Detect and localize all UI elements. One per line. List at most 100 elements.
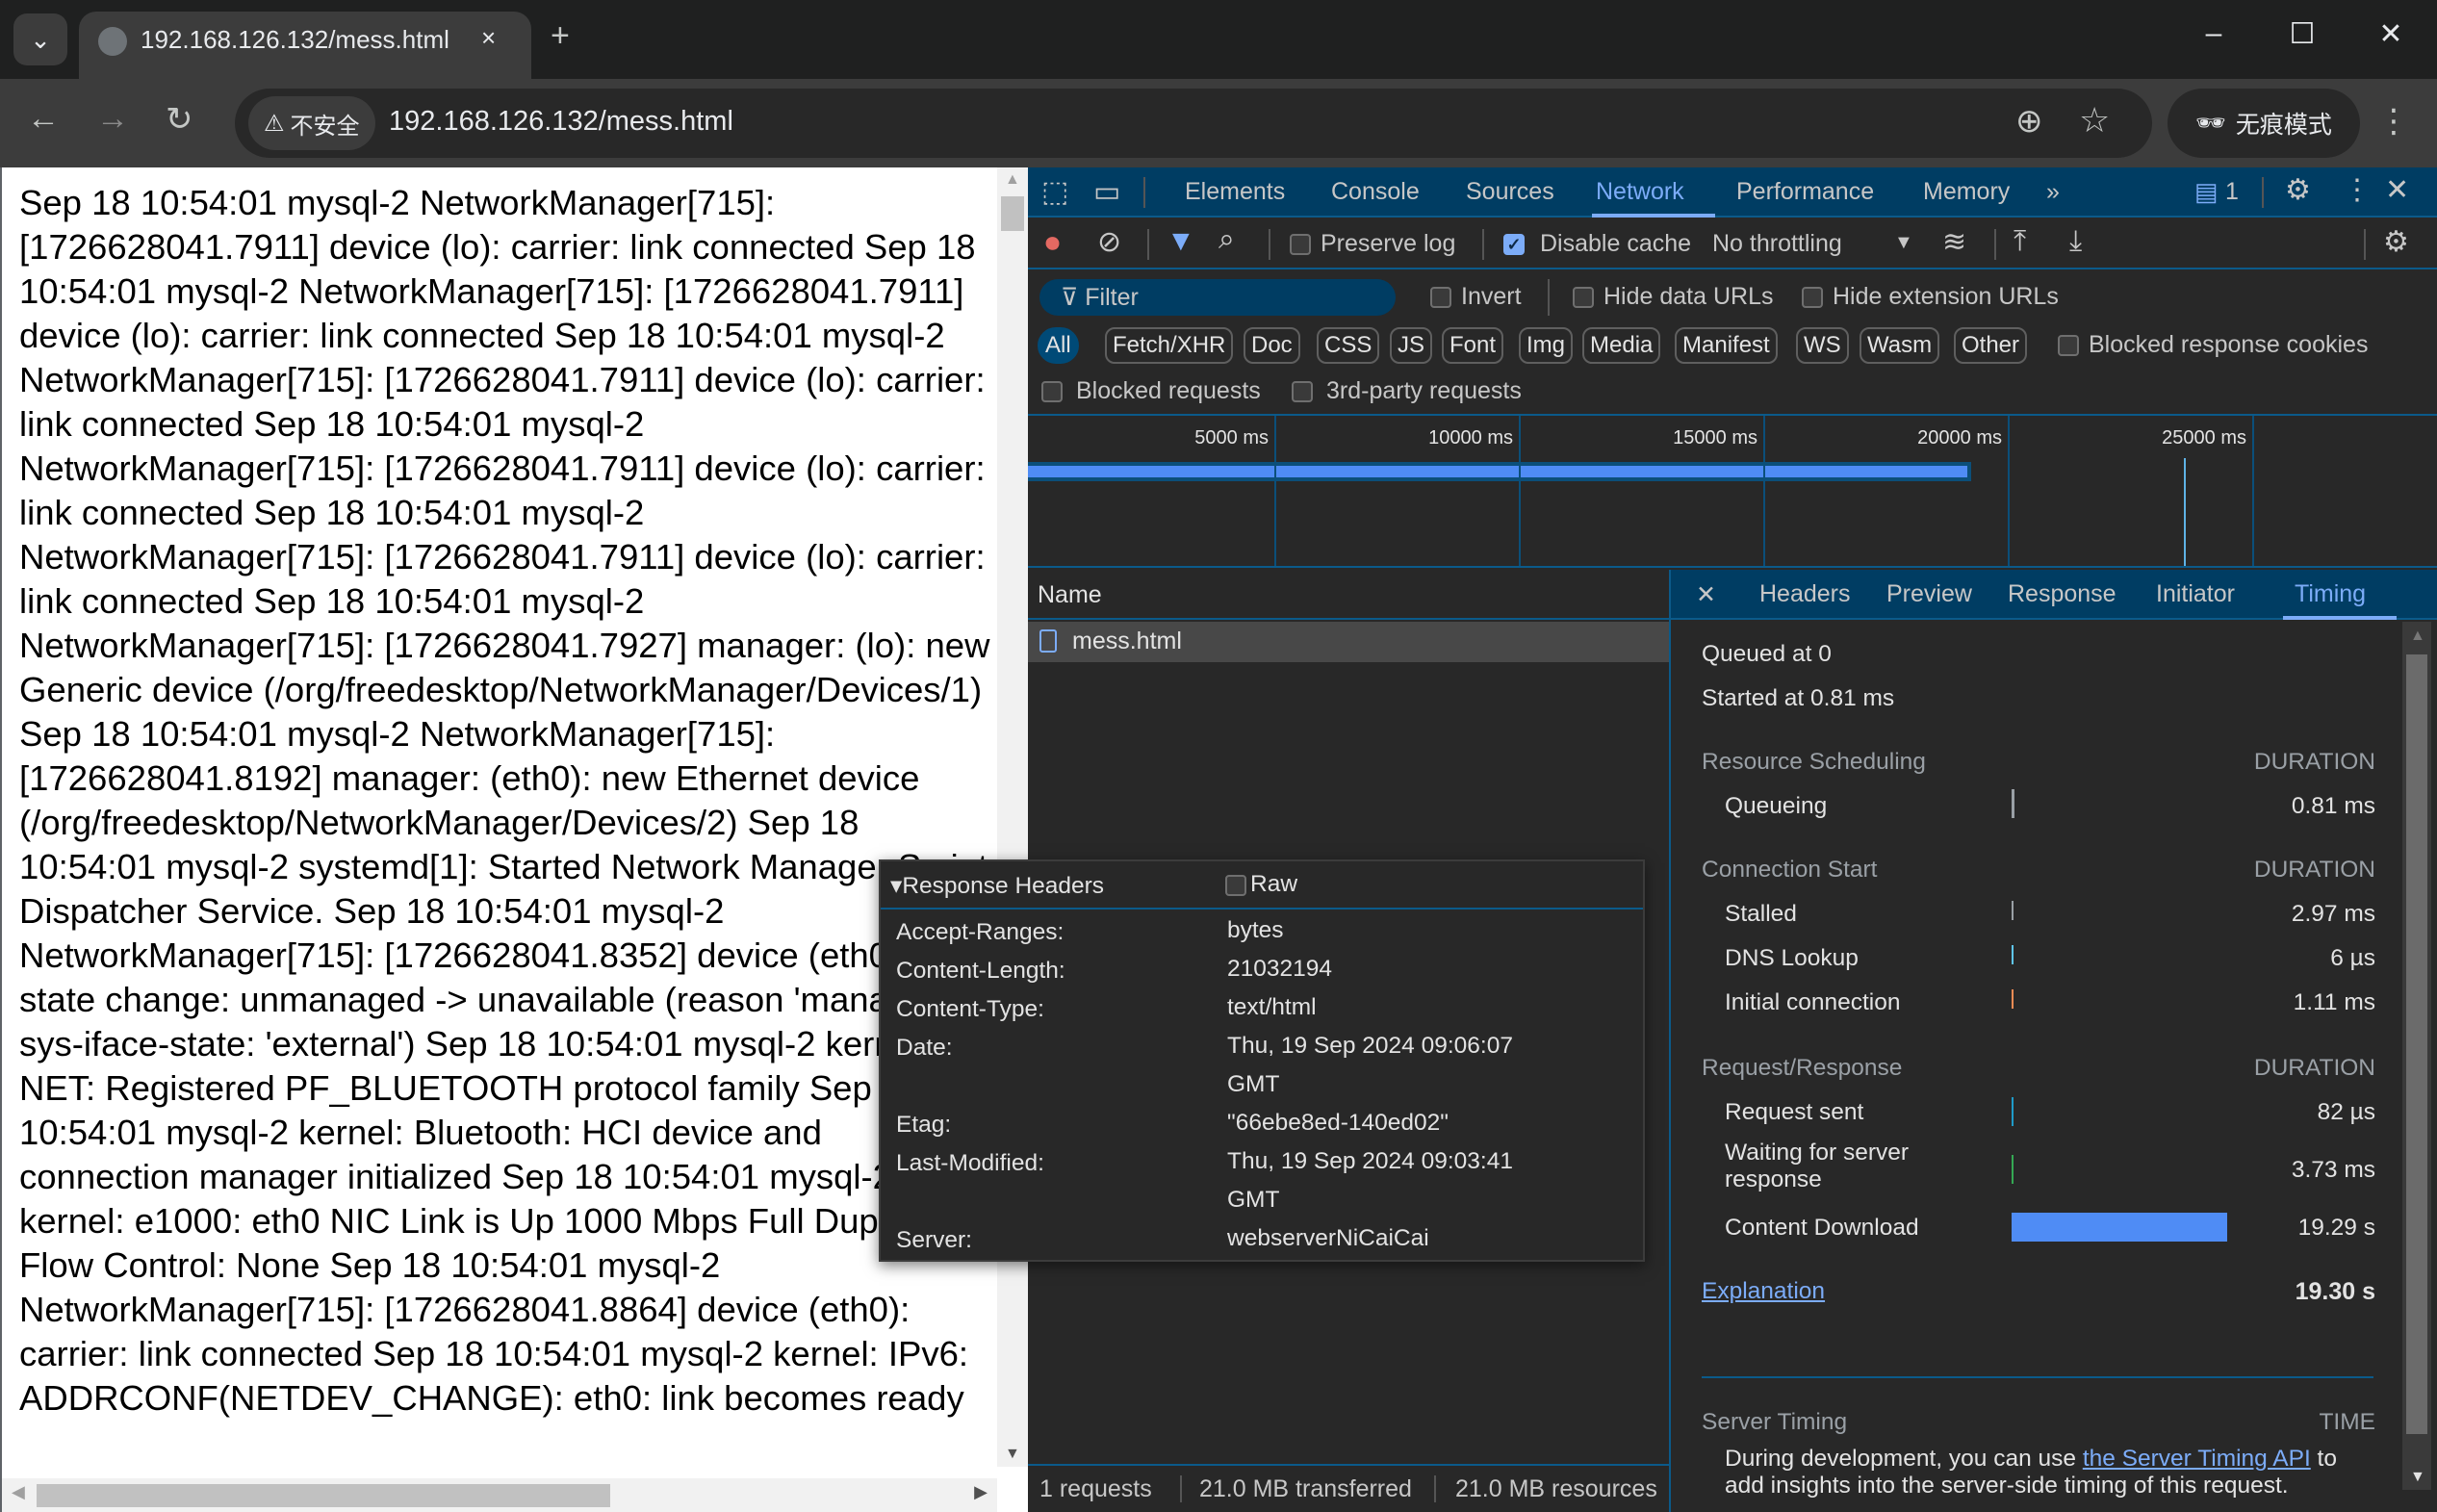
type-filter-ws[interactable]: WS bbox=[1796, 327, 1849, 364]
clear-icon[interactable]: ⊘ bbox=[1097, 225, 1121, 259]
forward-button[interactable]: → bbox=[96, 100, 129, 138]
detail-tab-initiator[interactable]: Initiator bbox=[2156, 580, 2235, 608]
response-headers-title[interactable]: ▾Response Headers bbox=[890, 871, 1104, 900]
invert-checkbox[interactable] bbox=[1430, 287, 1451, 308]
tab-search-button[interactable]: ⌄ bbox=[13, 13, 67, 65]
close-devtools-icon[interactable]: ✕ bbox=[2385, 173, 2409, 207]
export-har-icon[interactable]: ⤓ bbox=[2069, 225, 2082, 258]
search-icon[interactable]: ⌕ bbox=[1218, 223, 1235, 256]
close-detail-icon[interactable]: ✕ bbox=[1696, 580, 1716, 609]
network-settings-gear-icon[interactable]: ⚙ bbox=[2383, 225, 2409, 259]
scroll-left-icon[interactable]: ◀ bbox=[12, 1482, 25, 1502]
third-party-requests-checkbox[interactable] bbox=[1292, 381, 1313, 402]
settings-gear-icon[interactable]: ⚙ bbox=[2285, 173, 2311, 207]
page-vertical-scrollbar[interactable]: ▲ ▼ bbox=[997, 167, 1028, 1467]
timing-value-stalled: 2.97 ms bbox=[2291, 901, 2375, 927]
zoom-icon[interactable]: ⊕ bbox=[2015, 102, 2043, 141]
tab-performance[interactable]: Performance bbox=[1736, 178, 1874, 206]
detail-tab-preview[interactable]: Preview bbox=[1886, 580, 1972, 608]
reload-button[interactable]: ↻ bbox=[166, 100, 193, 139]
address-bar[interactable]: ⚠ 不安全 192.168.126.132/mess.html ⊕ ☆ bbox=[235, 89, 2152, 158]
timing-panel: Queued at 0 Started at 0.81 ms Resource … bbox=[1671, 622, 2402, 1512]
tab-close-icon[interactable]: × bbox=[481, 23, 496, 53]
throttling-select[interactable]: No throttling bbox=[1712, 230, 1842, 258]
scroll-thumb[interactable] bbox=[1001, 196, 1024, 231]
filter-icon[interactable]: ▼ bbox=[1167, 225, 1195, 258]
raw-checkbox[interactable] bbox=[1225, 875, 1246, 896]
tab-network[interactable]: Network bbox=[1596, 178, 1684, 206]
blocked-requests-checkbox[interactable] bbox=[1041, 381, 1063, 402]
tab-sources[interactable]: Sources bbox=[1466, 178, 1554, 206]
more-tabs-icon[interactable]: » bbox=[2046, 178, 2060, 206]
detail-tab-timing[interactable]: Timing bbox=[2295, 580, 2366, 608]
scroll-up-icon[interactable]: ▲ bbox=[2410, 628, 2425, 645]
section-resource-scheduling: Resource Scheduling bbox=[1702, 749, 1926, 775]
server-timing-api-link[interactable]: the Server Timing API bbox=[2083, 1446, 2311, 1472]
network-overview-timeline[interactable]: 5000 ms10000 ms15000 ms20000 ms25000 ms3… bbox=[1028, 414, 2437, 568]
header-name: Etag: bbox=[896, 1112, 952, 1138]
issues-icon[interactable]: ▤ bbox=[2194, 177, 2219, 207]
tab-console[interactable]: Console bbox=[1331, 178, 1420, 206]
minimize-button[interactable]: – bbox=[2185, 17, 2243, 50]
type-filter-media[interactable]: Media bbox=[1582, 327, 1661, 364]
type-filter-all[interactable]: All bbox=[1038, 327, 1079, 364]
hide-data-urls-checkbox[interactable] bbox=[1573, 287, 1594, 308]
disable-cache-checkbox[interactable]: ✓ bbox=[1503, 234, 1525, 255]
import-har-icon[interactable]: ⤒ bbox=[2014, 225, 2026, 258]
type-filter-wasm[interactable]: Wasm bbox=[1860, 327, 1940, 364]
browser-menu-icon[interactable]: ⋮ bbox=[2377, 102, 2410, 141]
tab-elements[interactable]: Elements bbox=[1185, 178, 1285, 206]
incognito-button[interactable]: 🕶 无痕模式 bbox=[2168, 89, 2360, 158]
type-filter-js[interactable]: JS bbox=[1390, 327, 1433, 364]
url-text[interactable]: 192.168.126.132/mess.html bbox=[389, 106, 733, 138]
preserve-log-checkbox[interactable] bbox=[1290, 234, 1311, 255]
detail-tab-headers[interactable]: Headers bbox=[1759, 580, 1851, 608]
hide-extension-urls-label: Hide extension URLs bbox=[1833, 283, 2059, 310]
device-toolbar-icon[interactable]: ▭ bbox=[1093, 175, 1120, 209]
network-conditions-icon[interactable]: ≋ bbox=[1942, 225, 1966, 259]
issues-count[interactable]: 1 bbox=[2225, 178, 2239, 206]
tab-memory[interactable]: Memory bbox=[1923, 178, 2010, 206]
type-filter-other[interactable]: Other bbox=[1954, 327, 2028, 364]
header-value: webserverNiCaiCai bbox=[1227, 1225, 1429, 1251]
page-horizontal-scrollbar[interactable]: ◀ ▶ bbox=[2, 1478, 997, 1512]
response-headers-header[interactable]: ▾Response Headers Raw bbox=[881, 861, 1643, 910]
hide-extension-urls-checkbox[interactable] bbox=[1802, 287, 1823, 308]
header-name: Accept-Ranges: bbox=[896, 919, 1065, 945]
filter-input[interactable]: ⊽ Filter bbox=[1039, 279, 1396, 316]
overview-gridline bbox=[1274, 416, 1276, 566]
throttling-dropdown-icon[interactable]: ▼ bbox=[1894, 232, 1913, 254]
type-filter-img[interactable]: Img bbox=[1519, 327, 1574, 364]
browser-toolbar: ← → ↻ ⚠ 不安全 192.168.126.132/mess.html ⊕ … bbox=[0, 79, 2437, 167]
security-chip[interactable]: ⚠ 不安全 bbox=[248, 96, 375, 150]
scroll-thumb[interactable] bbox=[2406, 654, 2427, 1434]
type-filter-manifest[interactable]: Manifest bbox=[1675, 327, 1778, 364]
inspect-element-icon[interactable]: ⬚ bbox=[1041, 175, 1068, 209]
browser-tab[interactable]: 192.168.126.132/mess.html × bbox=[79, 12, 531, 79]
type-filter-doc[interactable]: Doc bbox=[1244, 327, 1300, 364]
request-row[interactable]: mess.html bbox=[1028, 622, 1669, 662]
blocked-response-cookies-checkbox[interactable] bbox=[2058, 335, 2079, 356]
type-filter-fetch-xhr[interactable]: Fetch/XHR bbox=[1105, 327, 1234, 364]
detail-scrollbar[interactable]: ▲ ▼ bbox=[2402, 622, 2431, 1490]
scroll-up-icon[interactable]: ▲ bbox=[1005, 171, 1020, 189]
name-column-header[interactable]: Name bbox=[1028, 570, 1669, 620]
timing-label-initial-connection: Initial connection bbox=[1725, 989, 1901, 1015]
scroll-right-icon[interactable]: ▶ bbox=[974, 1482, 988, 1502]
type-filter-css[interactable]: CSS bbox=[1317, 327, 1380, 364]
new-tab-button[interactable]: + bbox=[551, 17, 570, 55]
explanation-link[interactable]: Explanation bbox=[1702, 1278, 1825, 1305]
scroll-down-icon[interactable]: ▼ bbox=[1005, 1446, 1020, 1463]
close-window-button[interactable]: ✕ bbox=[2362, 17, 2420, 51]
active-tab-indicator bbox=[1592, 214, 1715, 218]
record-stop-icon[interactable]: ⏺ bbox=[1045, 227, 1060, 260]
maximize-button[interactable]: ☐ bbox=[2273, 17, 2331, 51]
detail-tab-response[interactable]: Response bbox=[2008, 580, 2116, 608]
more-options-icon[interactable]: ⋮ bbox=[2343, 173, 2372, 207]
back-button[interactable]: ← bbox=[27, 100, 60, 138]
scroll-down-icon[interactable]: ▼ bbox=[2410, 1469, 2425, 1486]
bookmark-star-icon[interactable]: ☆ bbox=[2079, 100, 2110, 141]
type-filter-font[interactable]: Font bbox=[1442, 327, 1504, 364]
scroll-thumb[interactable] bbox=[37, 1484, 610, 1507]
divider bbox=[2364, 229, 2366, 260]
